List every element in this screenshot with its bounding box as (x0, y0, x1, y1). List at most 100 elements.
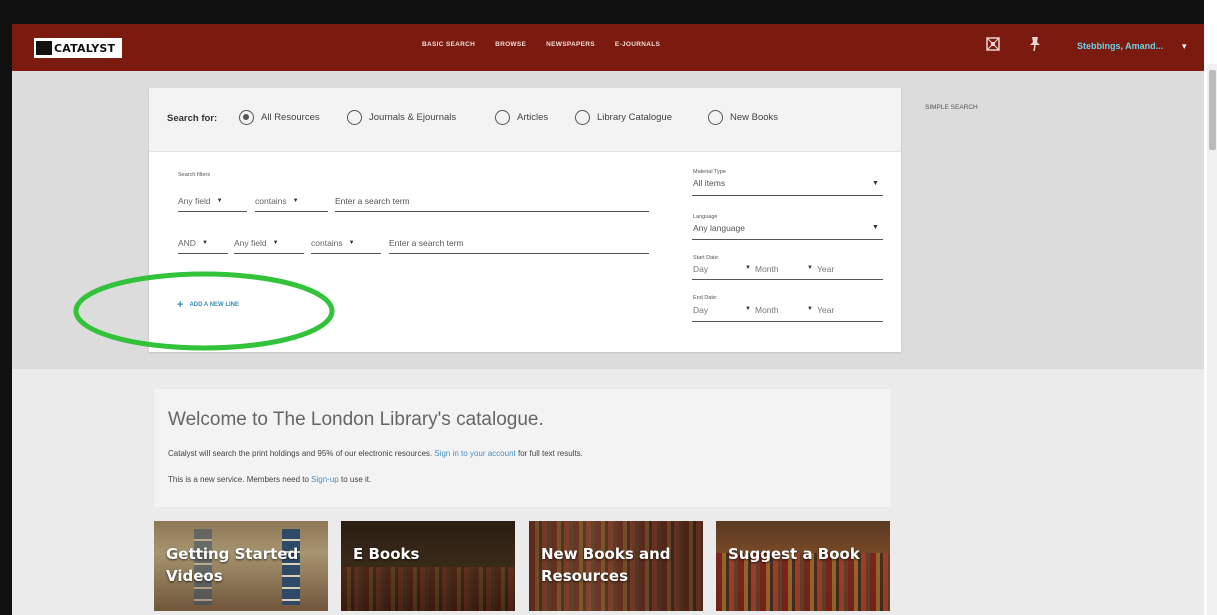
pin-icon[interactable] (1028, 36, 1042, 57)
material-type-select[interactable]: All items (693, 178, 725, 188)
end-year-select[interactable]: Year (817, 305, 834, 315)
nav-browse[interactable]: BROWSE (495, 41, 526, 48)
scope-articles[interactable]: Articles (495, 110, 548, 125)
nav-e-journals[interactable]: E-JOURNALS (615, 41, 660, 48)
radio-icon (708, 110, 723, 125)
nav-basic-search[interactable]: BASIC SEARCH (422, 41, 475, 48)
radio-icon (495, 110, 510, 125)
search-for-label: Search for: (167, 113, 218, 124)
add-new-line-label: ADD A NEW LINE (189, 302, 239, 308)
match-select[interactable]: contains ▼ (311, 238, 355, 248)
user-menu[interactable]: Stebbings, Amand... (1077, 41, 1163, 51)
scope-all-resources[interactable]: All Resources (239, 110, 320, 125)
library-card-icon[interactable] (985, 36, 1001, 57)
tile-getting-started-videos[interactable]: Getting Started Videos (154, 521, 328, 611)
scope-new-books[interactable]: New Books (708, 110, 778, 125)
end-date-label: End Date: (693, 295, 718, 301)
sign-in-link[interactable]: Sign in to your account (434, 449, 515, 458)
tile-title-line: Getting Started (166, 545, 299, 563)
dropdown-icon: ▼ (272, 240, 279, 246)
material-type-underline (692, 195, 883, 196)
screenshot-left-border (0, 0, 12, 615)
add-new-line-button[interactable]: + ADD A NEW LINE (177, 299, 239, 311)
search-filters-label: Search filters (178, 172, 211, 178)
match-select[interactable]: contains ▼ (255, 196, 299, 206)
end-day-select[interactable]: Day (693, 305, 745, 315)
language-select[interactable]: Any language (693, 223, 745, 233)
dropdown-icon: ▼ (348, 240, 355, 246)
main-nav: BASIC SEARCH BROWSE NEWSPAPERS E-JOURNAL… (422, 41, 660, 48)
match-select-underline (311, 253, 381, 254)
tile-title-line: New Books and (541, 545, 671, 563)
field-select[interactable]: Any field ▼ (178, 196, 223, 206)
scope-label: Articles (517, 112, 549, 123)
logo-mark (36, 41, 52, 55)
tile-title-line: Resources (541, 567, 629, 585)
operator-select[interactable]: AND ▼ (178, 238, 208, 248)
search-term-input[interactable]: Enter a search term (335, 196, 410, 206)
language-label: Language (693, 214, 718, 220)
end-month-select[interactable]: Month (755, 305, 807, 315)
search-term-underline (389, 253, 649, 254)
tile-title-line: E Books (353, 545, 420, 563)
match-select-underline (255, 211, 328, 212)
top-navigation-bar: CATALYST BASIC SEARCH BROWSE NEWSPAPERS … (12, 24, 1204, 71)
dropdown-icon[interactable]: ▼ (872, 224, 879, 231)
logo-text: CATALYST (54, 41, 116, 55)
dropdown-icon: ▼ (292, 198, 299, 204)
scope-library-catalogue[interactable]: Library Catalogue (575, 110, 672, 125)
simple-search-link[interactable]: SIMPLE SEARCH (925, 104, 978, 111)
start-date-underline (692, 279, 883, 280)
language-underline (692, 239, 883, 240)
scope-label: Journals & Ejournals (369, 112, 457, 123)
dropdown-icon[interactable]: ▼ (872, 180, 879, 187)
scope-journals[interactable]: Journals & Ejournals (347, 110, 456, 125)
tile-title: E Books (353, 543, 419, 565)
welcome-text: to use it. (338, 475, 372, 484)
search-term-input[interactable]: Enter a search term (389, 238, 464, 248)
scope-label: All Resources (261, 112, 320, 123)
operator-select-value: AND (178, 238, 196, 248)
nav-newspapers[interactable]: NEWSPAPERS (546, 41, 595, 48)
welcome-title: Welcome to The London Library's catalogu… (168, 409, 544, 430)
radio-icon (347, 110, 362, 125)
field-select-underline (178, 211, 247, 212)
tile-e-books[interactable]: E Books (341, 521, 515, 611)
start-date-label: Start Date: (693, 255, 720, 261)
dropdown-icon[interactable]: ▼ (745, 265, 755, 274)
dropdown-icon[interactable]: ▼ (807, 306, 817, 315)
field-select-value: Any field (178, 196, 211, 206)
welcome-panel: Welcome to The London Library's catalogu… (154, 389, 891, 507)
catalyst-logo[interactable]: CATALYST (34, 38, 122, 58)
scope-label: New Books (730, 112, 779, 123)
dropdown-icon[interactable]: ▼ (745, 306, 755, 315)
radio-icon (239, 110, 254, 125)
dropdown-icon[interactable]: ▼ (807, 265, 817, 274)
tile-title: Suggest a Book (728, 543, 860, 565)
start-month-select[interactable]: Month (755, 264, 807, 274)
start-year-select[interactable]: Year (817, 264, 834, 274)
operator-select-underline (178, 253, 228, 254)
match-select-value: contains (255, 196, 287, 206)
dropdown-icon: ▼ (201, 240, 208, 246)
dropdown-icon: ▼ (216, 198, 223, 204)
radio-icon (575, 110, 590, 125)
scrollbar-thumb[interactable] (1209, 70, 1216, 150)
screenshot-top-border (0, 0, 1217, 24)
tile-suggest-a-book[interactable]: Suggest a Book (716, 521, 890, 611)
welcome-text: for full text results. (515, 449, 583, 458)
welcome-text-line-2: This is a new service. Members need to S… (168, 475, 371, 484)
tile-title: New Books and Resources (541, 543, 671, 587)
material-type-label: Material Type (693, 169, 726, 175)
field-select[interactable]: Any field ▼ (234, 238, 279, 248)
chevron-down-icon[interactable]: ▾ (1182, 41, 1187, 52)
welcome-text: This is a new service. Members need to (168, 475, 312, 484)
bookshelf-image (341, 567, 515, 611)
advanced-search-card: Search for: All Resources Journals & Ejo… (149, 88, 901, 352)
tile-new-books-and-resources[interactable]: New Books and Resources (529, 521, 703, 611)
field-select-value: Any field (234, 238, 267, 248)
scope-label: Library Catalogue (597, 112, 672, 123)
search-term-underline (335, 211, 649, 212)
start-day-select[interactable]: Day (693, 264, 745, 274)
sign-up-link[interactable]: Sign-up (311, 475, 339, 484)
